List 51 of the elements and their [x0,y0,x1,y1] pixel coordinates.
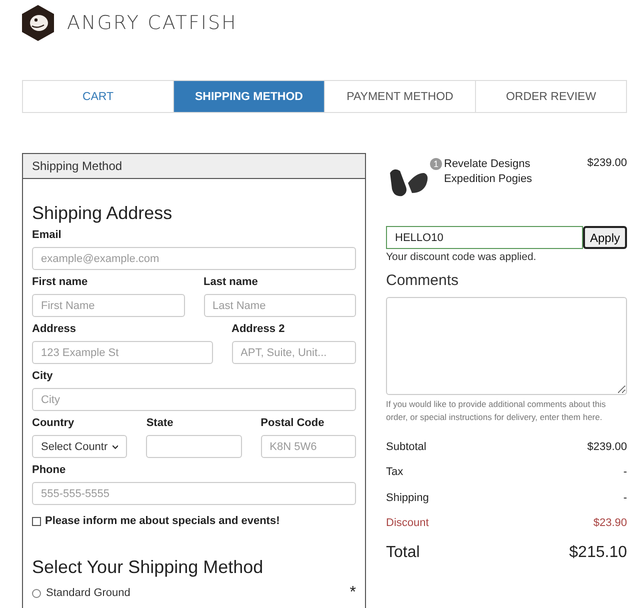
comments-hint: If you would like to provide additional comments about this order, or special instructions for delivery, enter them here. [386,398,607,424]
required-mark: * [350,584,356,602]
field-label: City [32,370,54,382]
input-field[interactable]: First Name [32,294,184,317]
input-field[interactable]: APT, Suite, Unit... [232,341,356,364]
discount-code-field[interactable]: HELLO10 [386,226,583,249]
field-label: Postal Code [260,417,326,429]
total-label: Shipping [386,492,429,504]
checkbox-label: Please inform me about specials and events! [45,515,280,527]
product-price: $239.00 [587,157,627,169]
step-tab[interactable]: SHIPPING METHOD [173,81,324,112]
chevron-down-icon [112,444,118,450]
quantity-badge: 1 [430,158,442,170]
section-heading: Select Your Shipping Method [32,557,264,578]
apply-button[interactable]: Apply [582,226,627,249]
total-value: $239.00 [587,440,627,453]
total-value: $215.10 [569,544,627,562]
comments-field[interactable] [386,297,627,395]
brand-name: ANGRY CATFISH [67,12,238,34]
radio-button[interactable] [32,588,41,598]
field-label: State [146,417,174,429]
field-label: Country [32,417,76,429]
total-value: $23.90 [593,517,627,530]
field-label: Last name [204,276,259,288]
field-label: Phone [32,464,67,476]
input-field[interactable]: Last Name [204,294,356,317]
total-value: - [623,466,627,478]
catfish-logo-icon [22,4,54,40]
checkbox[interactable] [32,516,41,526]
field-label: Email [32,229,62,241]
input-field[interactable]: example@example.com [32,247,356,270]
input-field[interactable] [146,435,242,458]
panel-header: Shipping Method [23,154,365,179]
input-field[interactable]: K8N 5W6 [260,435,356,458]
product-name: Revelate Designs Expedition Pogies [444,157,534,187]
input-field[interactable]: City [32,388,356,411]
total-value: - [623,492,627,504]
country-select[interactable]: Select Countr [32,435,128,458]
total-label: Subtotal [386,440,426,453]
input-field[interactable]: 555-555-5555 [32,482,356,505]
field-label: Address 2 [232,323,286,335]
comments-heading: Comments [386,272,460,289]
total-label: Tax [386,466,404,478]
input-field[interactable]: 123 Example St [32,341,213,364]
total-label: Discount [386,517,429,530]
field-label: Address [32,323,78,335]
total-label: Total [386,544,420,562]
field-label: First name [32,276,89,288]
section-heading: Shipping Address [32,203,174,224]
discount-message: Your discount code was applied. [386,251,538,263]
shipping-option-label: Standard Ground [46,587,132,599]
